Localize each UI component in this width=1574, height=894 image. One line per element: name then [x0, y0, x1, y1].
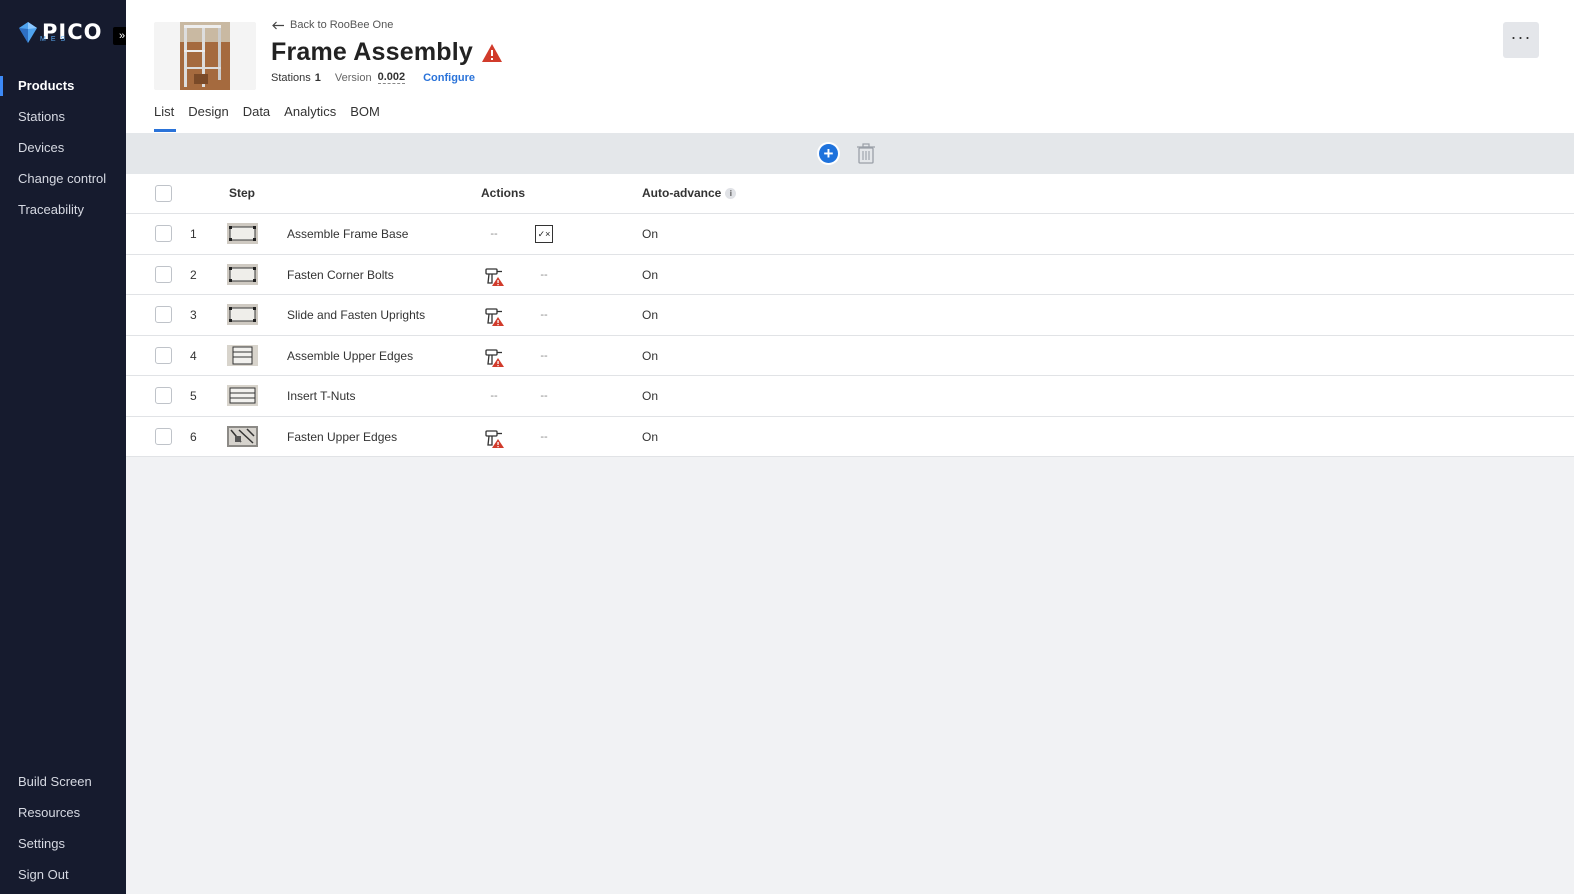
auto-advance-value: On: [642, 389, 659, 403]
logo-gem-icon: [19, 22, 37, 43]
step-thumbnail: [227, 304, 258, 325]
step-name[interactable]: Fasten Corner Bolts: [287, 268, 394, 282]
select-all-checkbox[interactable]: [155, 185, 172, 202]
action-empty: --: [540, 349, 548, 362]
row-checkbox[interactable]: [155, 427, 172, 445]
stations-label: Stations: [271, 71, 311, 84]
step-thumbnail: [227, 385, 258, 406]
action-empty: --: [540, 430, 548, 443]
row-checkbox[interactable]: [155, 346, 172, 364]
step-thumbnail: [227, 223, 258, 244]
step-thumbnail: [227, 425, 258, 447]
step-number: 1: [190, 227, 197, 241]
auto-advance-value: On: [642, 308, 659, 322]
product-image: [180, 22, 230, 90]
step-number: 4: [190, 348, 197, 363]
step-number: 6: [190, 429, 197, 444]
action-empty: --: [540, 309, 548, 321]
arrow-left-icon: [272, 21, 284, 29]
configure-link[interactable]: Configure: [423, 72, 475, 84]
step-name[interactable]: Assemble Upper Edges: [287, 349, 413, 363]
add-step-button[interactable]: +: [817, 142, 840, 165]
sidebar-item-stations[interactable]: Stations: [0, 101, 126, 132]
table-row[interactable]: 4 Assemble Upper Edges -- On: [126, 336, 1574, 376]
row-checkbox[interactable]: [155, 306, 172, 323]
page-header: Back to RooBee One Frame Assembly Statio…: [126, 0, 1574, 133]
tab-bar: List Design Data Analytics BOM: [154, 104, 394, 132]
warning-icon[interactable]: [481, 43, 503, 63]
drill-warning-icon[interactable]: [483, 265, 505, 287]
auto-advance-value: On: [642, 348, 659, 363]
version-label: Version: [334, 71, 372, 84]
step-number: 3: [190, 308, 197, 322]
step-name[interactable]: Slide and Fasten Uprights: [287, 308, 425, 322]
tab-list[interactable]: List: [154, 104, 188, 132]
plus-icon: +: [819, 144, 838, 163]
sidebar-item-change-control[interactable]: Change control: [0, 163, 126, 194]
sidebar-item-devices[interactable]: Devices: [0, 132, 126, 163]
sidebar-item-products[interactable]: Products: [0, 70, 126, 101]
action-empty: --: [540, 390, 548, 402]
product-thumbnail: [154, 22, 256, 90]
sidebar-bottom-nav: Build Screen Resources Settings Sign Out: [0, 766, 126, 890]
table-row[interactable]: 3 Slide and Fasten Uprights -- On: [126, 295, 1574, 336]
tab-design[interactable]: Design: [188, 104, 242, 132]
header-actions: Actions: [481, 186, 526, 200]
step-number: 2: [190, 267, 197, 282]
auto-advance-value: On: [642, 227, 659, 241]
header-auto-advance-label: Auto-advance: [642, 186, 722, 200]
sidebar-item-resources[interactable]: Resources: [0, 797, 126, 828]
back-link[interactable]: Back to RooBee One: [272, 19, 393, 31]
check-x-icon[interactable]: ✓×: [534, 224, 554, 244]
info-icon[interactable]: i: [725, 188, 737, 200]
sidebar-nav: Products Stations Devices Change control…: [0, 70, 126, 225]
tab-bom[interactable]: BOM: [350, 104, 394, 132]
drill-warning-icon[interactable]: [483, 346, 505, 368]
header-step: Step: [229, 186, 256, 200]
action-empty: --: [490, 228, 498, 240]
tab-analytics[interactable]: Analytics: [284, 104, 350, 132]
table-row[interactable]: 6 Fasten Upper Edges -- On: [126, 417, 1574, 457]
sidebar-item-sign-out[interactable]: Sign Out: [0, 859, 126, 890]
more-options-button[interactable]: ···: [1503, 22, 1539, 58]
step-name[interactable]: Insert T-Nuts: [287, 389, 355, 403]
step-name[interactable]: Assemble Frame Base: [287, 227, 408, 241]
page-title: Frame Assembly: [271, 38, 473, 66]
logo-subtext: MES: [40, 36, 71, 43]
sidebar: PICO MES » Products Stations Devices Cha…: [0, 0, 131, 894]
action-empty: --: [490, 390, 498, 402]
table-row[interactable]: 5 Insert T-Nuts -- -- On: [126, 376, 1574, 417]
sidebar-item-settings[interactable]: Settings: [0, 828, 126, 859]
table-row[interactable]: 1 Assemble Frame Base -- ✓× On: [126, 214, 1574, 255]
row-checkbox[interactable]: [155, 225, 172, 242]
version-value[interactable]: 0.002: [377, 71, 406, 84]
list-toolbar: +: [126, 133, 1574, 174]
drill-warning-icon[interactable]: [483, 427, 505, 449]
step-thumbnail: [227, 263, 258, 285]
trash-icon[interactable]: [856, 143, 876, 165]
product-meta: Stations 1 Version 0.002 Configure: [271, 71, 475, 84]
step-thumbnail: [227, 344, 258, 366]
steps-table: Step Actions Auto-advance i 1 Assemble Fr…: [126, 174, 1574, 457]
row-checkbox[interactable]: [155, 387, 172, 404]
auto-advance-value: On: [642, 429, 659, 444]
tab-data[interactable]: Data: [243, 104, 284, 132]
sidebar-item-traceability[interactable]: Traceability: [0, 194, 126, 225]
drill-warning-icon[interactable]: [483, 305, 505, 327]
stations-value: 1: [314, 71, 321, 84]
row-checkbox[interactable]: [155, 265, 172, 283]
step-number: 5: [190, 389, 197, 403]
step-name[interactable]: Fasten Upper Edges: [287, 430, 397, 444]
back-link-label: Back to RooBee One: [290, 19, 394, 31]
auto-advance-value: On: [642, 267, 659, 282]
table-header-row: Step Actions Auto-advance i: [126, 174, 1574, 214]
header-auto-advance: Auto-advance i: [642, 186, 737, 200]
action-empty: --: [540, 268, 548, 281]
title-row: Frame Assembly: [271, 38, 503, 67]
table-row[interactable]: 2 Fasten Corner Bolts -- On: [126, 255, 1574, 295]
sidebar-item-build-screen[interactable]: Build Screen: [0, 766, 126, 797]
